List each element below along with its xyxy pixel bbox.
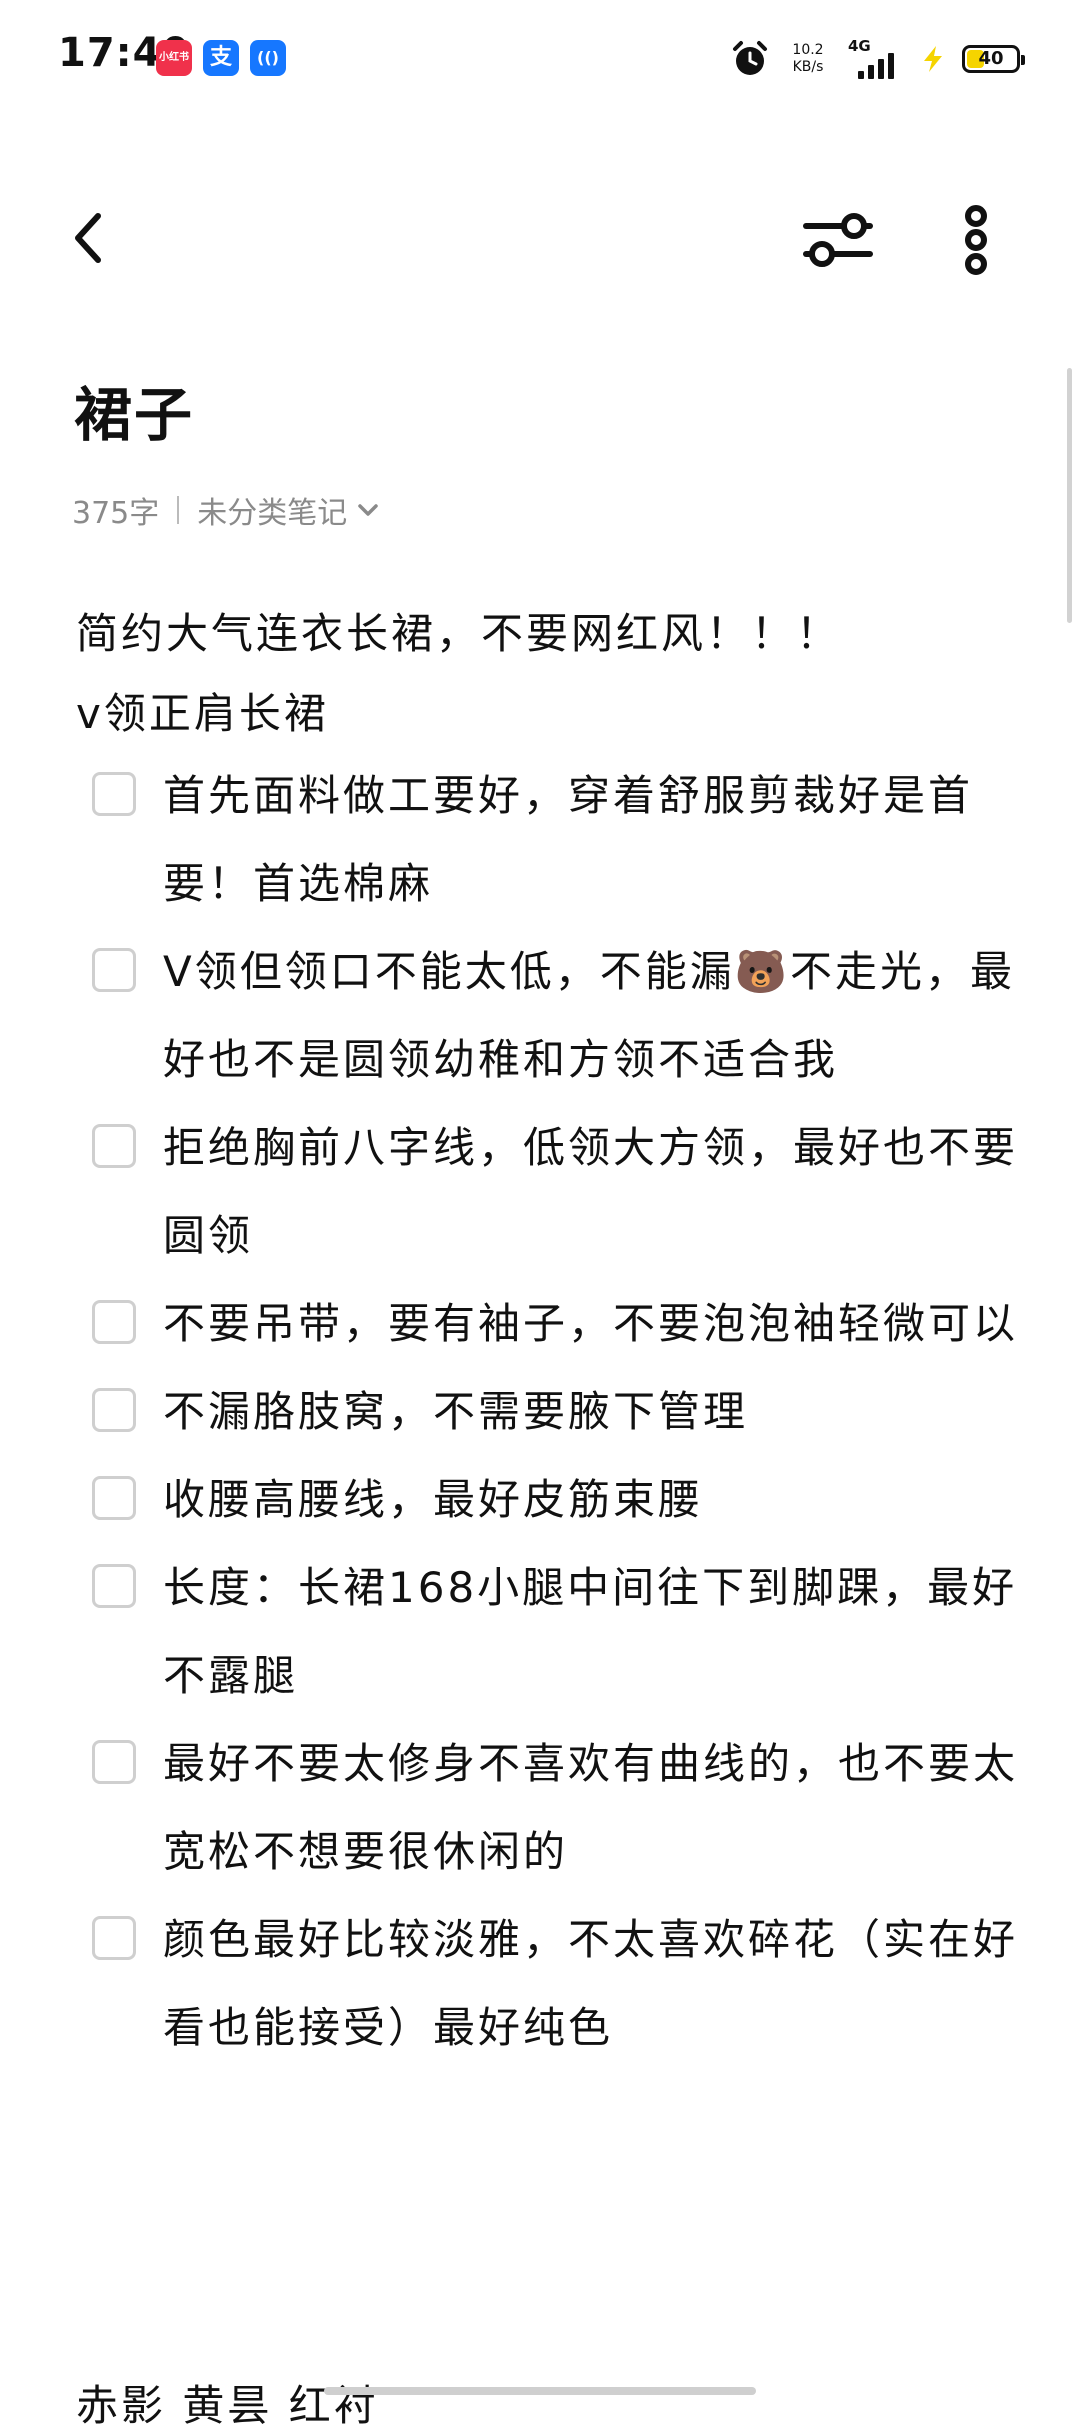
checklist-item-text: 不要吊带，要有袖子，不要泡泡袖轻微可以	[163, 1299, 1019, 1348]
checkbox[interactable]	[92, 1740, 136, 1784]
alarm-clock-icon	[733, 41, 767, 75]
checklist-item[interactable]: 长度：长裙168小腿中间往下到脚踝，最好不露腿	[0, 1544, 1080, 1720]
battery-icon: 40	[962, 45, 1025, 73]
checklist-item[interactable]: 颜色最好比较淡雅，不太喜欢碎花（实在好看也能接受）最好纯色	[0, 1896, 1080, 2072]
checkbox[interactable]	[92, 1124, 136, 1168]
chevron-left-icon	[75, 213, 101, 263]
network-speed-unit: KB/s	[792, 59, 824, 75]
checkbox[interactable]	[92, 1388, 136, 1432]
checklist-item-text: 颜色最好比较淡雅，不太喜欢碎花（实在好看也能接受）最好纯色	[163, 1915, 1019, 2052]
checkbox[interactable]	[92, 772, 136, 816]
charging-bolt-icon	[924, 46, 942, 72]
checklist-item[interactable]: 首先面料做工要好，穿着舒服剪裁好是首要！首选棉麻	[0, 752, 1080, 928]
signal-bars	[858, 53, 894, 79]
word-count: 375字	[72, 496, 160, 531]
filter-settings-button[interactable]	[798, 204, 878, 276]
checklist-item-text: 首先面料做工要好，穿着舒服剪裁好是首要！首选棉麻	[163, 771, 974, 908]
checklist-item[interactable]: 拒绝胸前八字线，低领大方领，最好也不要圆领	[0, 1104, 1080, 1280]
xiaohongshu-app-icon: 小红书	[156, 40, 192, 76]
more-vertical-icon	[965, 205, 987, 275]
checklist-item-text: 不漏胳肢窝，不需要腋下管理	[163, 1387, 749, 1436]
checklist-item-text: 拒绝胸前八字线，低领大方领，最好也不要圆领	[163, 1123, 1019, 1260]
cellular-signal-icon: 4G	[846, 37, 904, 81]
checklist: 首先面料做工要好，穿着舒服剪裁好是首要！首选棉麻 V领但领口不能太低，不能漏🐻不…	[0, 752, 1080, 2072]
network-speed: 10.2 KB/s	[784, 42, 832, 76]
network-speed-value: 10.2	[792, 42, 824, 58]
sliders-icon	[803, 213, 873, 267]
intro-line-1[interactable]: 简约大气连衣长裙，不要网红风！！！	[76, 600, 841, 661]
alipay-app-icon: 支	[203, 40, 239, 76]
scroll-indicator[interactable]	[1067, 368, 1072, 623]
home-indicator[interactable]	[324, 2387, 756, 2395]
checklist-item-text: 收腰高腰线，最好皮筋束腰	[163, 1475, 704, 1524]
broadcast-app-icon: (()	[250, 40, 286, 76]
checklist-item-text: 长度：长裙168小腿中间往下到脚踝，最好不露腿	[163, 1563, 1018, 1700]
battery-level: 40	[978, 48, 1004, 69]
checkbox[interactable]	[92, 1564, 136, 1608]
checklist-item[interactable]: 不要吊带，要有袖子，不要泡泡袖轻微可以	[0, 1280, 1080, 1368]
checklist-item[interactable]: 最好不要太修身不喜欢有曲线的，也不要太宽松不想要很休闲的	[0, 1720, 1080, 1896]
status-bar: 17:40 小红书 支 (() 10.2 KB/s 4G 40	[0, 0, 1080, 118]
chevron-down-icon	[358, 504, 379, 516]
checkbox[interactable]	[92, 948, 136, 992]
meta-divider	[177, 496, 180, 524]
checklist-item-text: 最好不要太修身不喜欢有曲线的，也不要太宽松不想要很休闲的	[163, 1739, 1019, 1876]
category-label: 未分类笔记	[197, 496, 348, 531]
category-selector[interactable]: 未分类笔记	[197, 488, 381, 532]
note-title[interactable]: 裙子	[74, 368, 194, 452]
checkbox[interactable]	[92, 1916, 136, 1960]
intro-line-2[interactable]: v领正肩长裙	[76, 680, 329, 741]
more-options-button[interactable]	[946, 202, 1006, 278]
checklist-item-text: V领但领口不能太低，不能漏🐻不走光，最好也不是圆领幼稚和方领不适合我	[163, 947, 1016, 1084]
note-toolbar	[0, 190, 1080, 290]
checklist-item[interactable]: 收腰高腰线，最好皮筋束腰	[0, 1456, 1080, 1544]
note-meta: 375字 未分类笔记	[72, 488, 381, 532]
status-indicators: 10.2 KB/s 4G 40	[730, 32, 1025, 86]
checkbox[interactable]	[92, 1300, 136, 1344]
checklist-item[interactable]: V领但领口不能太低，不能漏🐻不走光，最好也不是圆领幼稚和方领不适合我	[0, 928, 1080, 1104]
checkbox[interactable]	[92, 1476, 136, 1520]
next-paragraph-partial[interactable]: 赤影 黄昙 红衬	[76, 2372, 379, 2433]
back-button[interactable]	[60, 206, 124, 270]
checklist-item[interactable]: 不漏胳肢窝，不需要腋下管理	[0, 1368, 1080, 1456]
